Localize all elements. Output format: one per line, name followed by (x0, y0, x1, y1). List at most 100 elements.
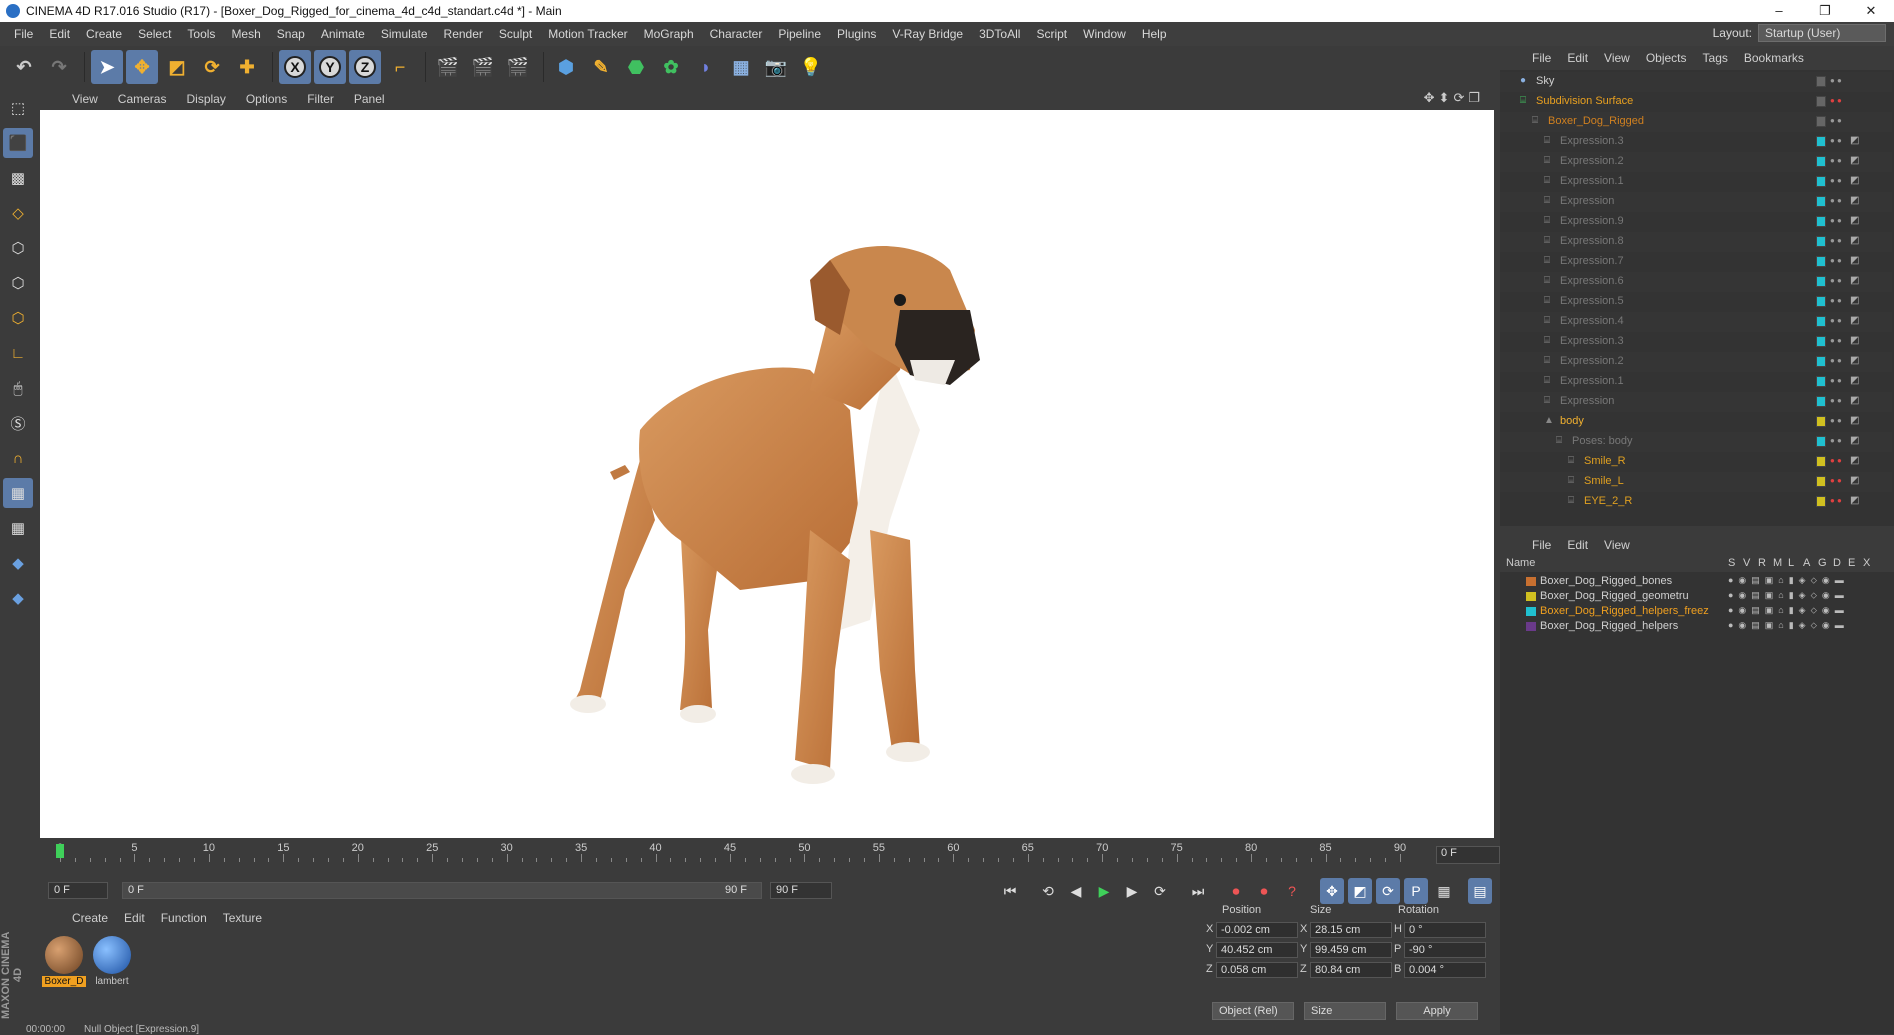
menu-motion-tracker[interactable]: Motion Tracker (540, 27, 635, 41)
visibility-dots-icon[interactable]: ● ● (1830, 396, 1842, 405)
visibility-dots-icon[interactable]: ● ● (1830, 156, 1842, 165)
key-rotation-icon[interactable]: ⟳ (1376, 878, 1400, 904)
layer-color-swatch[interactable] (1816, 396, 1826, 407)
object-row[interactable]: ⌸ EYE_2_R ● ● ◩ (1500, 492, 1892, 512)
axis-mode-icon[interactable]: ∟ (3, 338, 33, 368)
layer-color-swatch[interactable] (1526, 622, 1536, 631)
visibility-dots-icon[interactable]: ● ● (1830, 196, 1842, 205)
workplane-icon[interactable]: ◇ (3, 198, 33, 228)
deformer-icon[interactable]: ◗ (690, 50, 722, 84)
layout-dropdown[interactable]: Startup (User) (1758, 24, 1886, 42)
key-pla-icon[interactable]: ▦ (1432, 878, 1456, 904)
material-menu-function[interactable]: Function (153, 911, 215, 925)
layer-color-swatch[interactable] (1816, 136, 1826, 147)
visibility-dots-icon[interactable]: ● ● (1830, 416, 1842, 425)
auto-keying-icon[interactable]: ⏺ (1252, 878, 1276, 904)
layer-color-swatch[interactable] (1816, 76, 1826, 87)
expression-tag-icon[interactable]: ◩ (1850, 195, 1864, 207)
material-lambert[interactable]: lambert (90, 936, 134, 987)
object-menu-objects[interactable]: Objects (1638, 51, 1695, 65)
expression-tag-icon[interactable]: ◩ (1850, 335, 1864, 347)
key-scale-icon[interactable]: ◩ (1348, 878, 1372, 904)
expression-tag-icon[interactable]: ◩ (1850, 475, 1864, 487)
pen-spline-icon[interactable]: ✎ (585, 50, 617, 84)
layer-color-swatch[interactable] (1816, 356, 1826, 367)
menu-animate[interactable]: Animate (313, 27, 373, 41)
menu-pipeline[interactable]: Pipeline (770, 27, 829, 41)
frame-ruler[interactable]: 051015202530354045505560657075808590 (52, 842, 1456, 868)
transform-icon[interactable]: ✚ (231, 50, 263, 84)
layer-color-swatch[interactable] (1816, 276, 1826, 287)
menu-plugins[interactable]: Plugins (829, 27, 884, 41)
start-frame-field[interactable]: 0 F (48, 882, 108, 899)
maximize-button[interactable]: ❐ (1802, 0, 1848, 22)
expression-tag-icon[interactable]: ◩ (1850, 315, 1864, 327)
x-axis-lock-icon[interactable]: X (279, 50, 311, 84)
next-frame-icon[interactable]: ▶ (1120, 878, 1144, 904)
object-menu-edit[interactable]: Edit (1559, 51, 1596, 65)
layer-color-swatch[interactable] (1816, 436, 1826, 447)
rotation-h-field[interactable]: 0 ° (1404, 922, 1486, 938)
visibility-dots-icon[interactable]: ● ● (1830, 496, 1842, 505)
menu-3dtoall[interactable]: 3DToAll (971, 27, 1028, 41)
key-position-icon[interactable]: ✥ (1320, 878, 1344, 904)
expression-tag-icon[interactable]: ◩ (1850, 275, 1864, 287)
minimize-button[interactable]: – (1756, 0, 1802, 22)
record-keys-icon[interactable]: ⏺ (1224, 878, 1248, 904)
camera-icon[interactable]: 📷 (760, 50, 792, 84)
object-menu-bookmarks[interactable]: Bookmarks (1736, 51, 1812, 65)
workplane-lock-icon[interactable]: ▦ (3, 478, 33, 508)
object-row[interactable]: ⌸ Expression.5 ● ● ◩ (1500, 292, 1892, 312)
layer-color-swatch[interactable] (1816, 256, 1826, 267)
go-to-start-icon[interactable]: ⏮ (998, 878, 1022, 904)
scale-icon[interactable]: ◩ (161, 50, 193, 84)
python-script-icon[interactable]: ◆ (3, 548, 33, 578)
subdivision-generator-icon[interactable]: ⬣ (620, 50, 652, 84)
points-mode-icon[interactable]: ⬡ (3, 233, 33, 263)
menu-render[interactable]: Render (436, 27, 491, 41)
layer-row[interactable]: Boxer_Dog_Rigged_bones ●◉▤▣⌂▮◈⬦◉▬ (1500, 574, 1892, 589)
expression-tag-icon[interactable]: ◩ (1850, 355, 1864, 367)
size-y-field[interactable]: 99.459 cm (1310, 942, 1392, 958)
layer-color-swatch[interactable] (1816, 96, 1826, 107)
grid-snap-icon[interactable]: ▦ (3, 513, 33, 543)
rotate-icon[interactable]: ⟳ (196, 50, 228, 84)
expression-tag-icon[interactable]: ◩ (1850, 295, 1864, 307)
object-row[interactable]: ▲ body ● ● ◩ (1500, 412, 1892, 432)
object-row[interactable]: ⌸ Expression ● ● ◩ (1500, 192, 1892, 212)
menu-simulate[interactable]: Simulate (373, 27, 436, 41)
visibility-dots-icon[interactable]: ● ● (1830, 76, 1842, 85)
expression-tag-icon[interactable]: ◩ (1850, 155, 1864, 167)
object-row[interactable]: ⌸ Expression.1 ● ● ◩ (1500, 172, 1892, 192)
object-row[interactable]: ⌸ Expression.3 ● ● ◩ (1500, 332, 1892, 352)
render-view-icon[interactable]: 🎬 (432, 50, 464, 84)
expression-tag-icon[interactable]: ◩ (1850, 375, 1864, 387)
model-mode-icon[interactable]: ⬛ (3, 128, 33, 158)
range-slider[interactable]: 0 F 90 F (122, 882, 762, 899)
layer-color-swatch[interactable] (1816, 476, 1826, 487)
light-icon[interactable]: 💡 (795, 50, 827, 84)
cube-primitive-icon[interactable]: ⬢ (550, 50, 582, 84)
layer-menu-view[interactable]: View (1596, 538, 1638, 552)
layer-color-swatch[interactable] (1816, 216, 1826, 227)
menu-script[interactable]: Script (1028, 27, 1075, 41)
menu-create[interactable]: Create (78, 27, 130, 41)
object-row[interactable]: ⌸ Expression.4 ● ● ◩ (1500, 312, 1892, 332)
object-menu-tags[interactable]: Tags (1695, 51, 1736, 65)
layer-menu-file[interactable]: File (1524, 538, 1559, 552)
viewport-menu-panel[interactable]: Panel (344, 92, 395, 106)
visibility-dots-icon[interactable]: ● ● (1830, 256, 1842, 265)
object-row[interactable]: ⌸ Expression ● ● ◩ (1500, 392, 1892, 412)
object-row[interactable]: ⌸ Expression.9 ● ● ◩ (1500, 212, 1892, 232)
layer-color-swatch[interactable] (1526, 577, 1536, 586)
expression-tag-icon[interactable]: ◩ (1850, 235, 1864, 247)
material-menu-texture[interactable]: Texture (215, 911, 270, 925)
z-axis-lock-icon[interactable]: Z (349, 50, 381, 84)
material-menu-edit[interactable]: Edit (116, 911, 153, 925)
previous-frame-icon[interactable]: ◀ (1064, 878, 1088, 904)
layer-toggle-icons[interactable]: ●◉▤▣⌂▮◈⬦◉▬ (1728, 620, 1849, 631)
visibility-dots-icon[interactable]: ● ● (1830, 276, 1842, 285)
visibility-dots-icon[interactable]: ● ● (1830, 96, 1842, 105)
expression-tag-icon[interactable]: ◩ (1850, 455, 1864, 467)
next-key-icon[interactable]: ⟳ (1148, 878, 1172, 904)
